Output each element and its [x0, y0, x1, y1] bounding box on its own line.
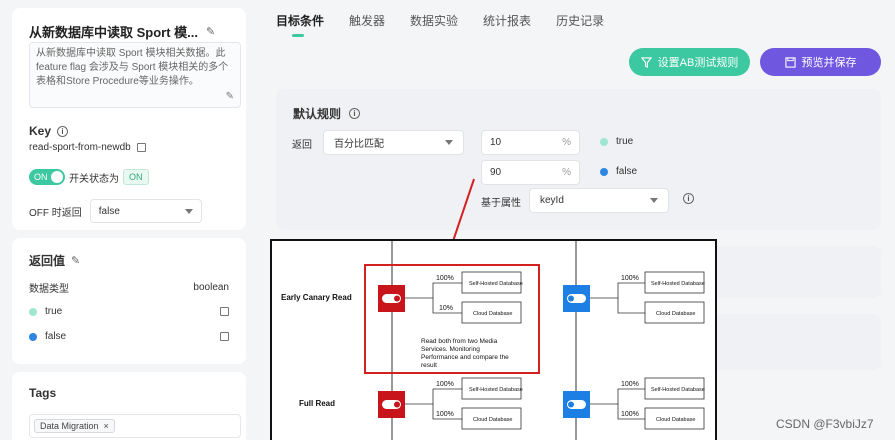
- db-label: Self-Hosted Database: [469, 387, 523, 393]
- db-label: Cloud Database: [473, 417, 512, 423]
- db-label: Self-Hosted Database: [469, 281, 523, 287]
- row1-label: Early Canary Read: [281, 293, 352, 302]
- pct-label: 10%: [439, 305, 453, 312]
- toggle-blue-1-knob: [568, 295, 574, 302]
- note-line: Services. Monitoring: [421, 346, 480, 353]
- note-line: Read both from two Media: [421, 338, 498, 345]
- db-label: Cloud Database: [656, 311, 695, 317]
- toggle-red-1-knob: [394, 295, 400, 302]
- pct-label: 100%: [436, 275, 454, 282]
- pct-label: 100%: [436, 411, 454, 418]
- row2-label: Full Read: [299, 399, 335, 408]
- db-label: Cloud Database: [656, 417, 695, 423]
- note-line: result: [421, 362, 437, 369]
- connector: [405, 388, 462, 405]
- pct-label: 100%: [621, 411, 639, 418]
- db-label: Cloud Database: [473, 311, 512, 317]
- db-label: Self-Hosted Database: [651, 387, 705, 393]
- toggle-red-2-knob: [394, 401, 400, 408]
- diagram-svg: Early Canary Read Full Read 100% 10% Sel…: [281, 241, 705, 440]
- toggle-blue-2-knob: [568, 401, 574, 408]
- connector: [590, 388, 645, 405]
- architecture-diagram: Early Canary Read Full Read 100% 10% Sel…: [270, 239, 717, 440]
- db-label: Self-Hosted Database: [651, 281, 705, 287]
- pct-label: 100%: [621, 275, 639, 282]
- connector: [617, 298, 645, 314]
- pct-label: 100%: [436, 381, 454, 388]
- connector: [590, 282, 645, 299]
- note-line: Performance and compare the: [421, 354, 509, 361]
- watermark: CSDN @F3vbiJz7: [776, 417, 874, 431]
- connector: [405, 282, 462, 299]
- pct-label: 100%: [621, 381, 639, 388]
